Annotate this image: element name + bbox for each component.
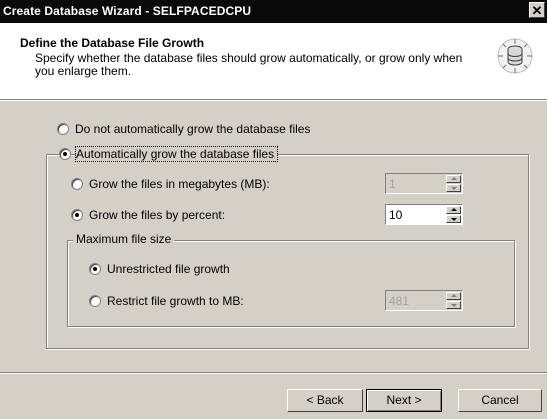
unrestricted-label[interactable]: Unrestricted file growth bbox=[107, 262, 230, 276]
restrict-value: 481 bbox=[389, 294, 410, 308]
wizard-header: Define the Database File Growth Specify … bbox=[0, 23, 547, 100]
cancel-button[interactable]: Cancel bbox=[458, 389, 542, 412]
restrict-label[interactable]: Restrict file growth to MB: bbox=[107, 294, 244, 308]
max-size-group bbox=[67, 240, 515, 327]
header-divider bbox=[0, 100, 547, 101]
footer-separator bbox=[0, 372, 547, 374]
restrict-up-icon[interactable] bbox=[446, 292, 461, 300]
restrict-radio[interactable] bbox=[89, 295, 101, 307]
grow-mb-up-icon[interactable] bbox=[446, 175, 461, 183]
grow-mb-spinner[interactable]: 1 bbox=[385, 173, 463, 194]
no-autogrow-radio[interactable] bbox=[57, 123, 69, 135]
restrict-down-icon[interactable] bbox=[446, 301, 461, 309]
close-button[interactable]: ✕ bbox=[529, 2, 545, 18]
autogrow-label[interactable]: Automatically grow the database files bbox=[74, 146, 279, 162]
max-size-caption: Maximum file size bbox=[73, 232, 175, 246]
grow-mb-radio[interactable] bbox=[71, 178, 83, 190]
no-autogrow-label[interactable]: Do not automatically grow the database f… bbox=[75, 122, 310, 136]
database-growth-icon bbox=[497, 38, 533, 74]
back-button[interactable]: < Back bbox=[287, 389, 363, 412]
page-description: Specify whether the database files shoul… bbox=[35, 51, 463, 78]
restrict-spinner[interactable]: 481 bbox=[385, 290, 463, 311]
grow-percent-radio[interactable] bbox=[71, 209, 83, 221]
grow-percent-label[interactable]: Grow the files by percent: bbox=[89, 208, 225, 222]
next-button[interactable]: Next > bbox=[366, 389, 442, 412]
grow-mb-down-icon[interactable] bbox=[446, 184, 461, 192]
window-title: Create Database Wizard - SELFPACEDCPU bbox=[3, 4, 252, 18]
unrestricted-radio[interactable] bbox=[89, 263, 101, 275]
grow-mb-value: 1 bbox=[389, 177, 396, 191]
grow-percent-up-icon[interactable] bbox=[446, 206, 461, 214]
grow-mb-label[interactable]: Grow the files in megabytes (MB): bbox=[89, 177, 270, 191]
title-bar: Create Database Wizard - SELFPACEDCPU ✕ bbox=[0, 0, 547, 23]
grow-percent-spinner[interactable]: 10 bbox=[385, 204, 463, 225]
grow-percent-value: 10 bbox=[389, 208, 403, 222]
close-icon: ✕ bbox=[531, 3, 543, 18]
page-title: Define the Database File Growth bbox=[20, 36, 205, 50]
grow-percent-down-icon[interactable] bbox=[446, 215, 461, 223]
autogrow-radio[interactable] bbox=[59, 148, 71, 160]
